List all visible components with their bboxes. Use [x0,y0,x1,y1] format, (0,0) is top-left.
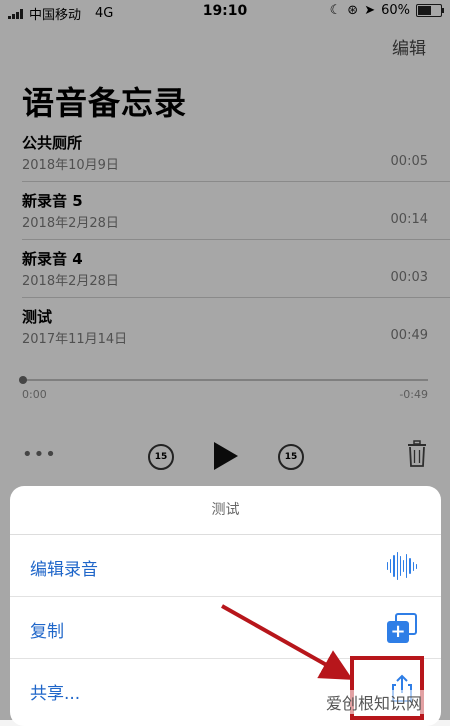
action-sheet-title: 测试 [10,486,441,535]
duplicate-action[interactable]: 复制 + [10,597,441,659]
duplicate-plus: + [387,621,409,643]
duplicate-icon: + [387,613,417,643]
edit-recording-action[interactable]: 编辑录音 [10,535,441,597]
action-label: 复制 [30,622,64,642]
watermark-text: 爱创根知识网 [323,690,424,714]
waveform-icon [387,551,418,581]
action-label: 共享... [30,684,81,704]
action-label: 编辑录音 [30,560,98,580]
